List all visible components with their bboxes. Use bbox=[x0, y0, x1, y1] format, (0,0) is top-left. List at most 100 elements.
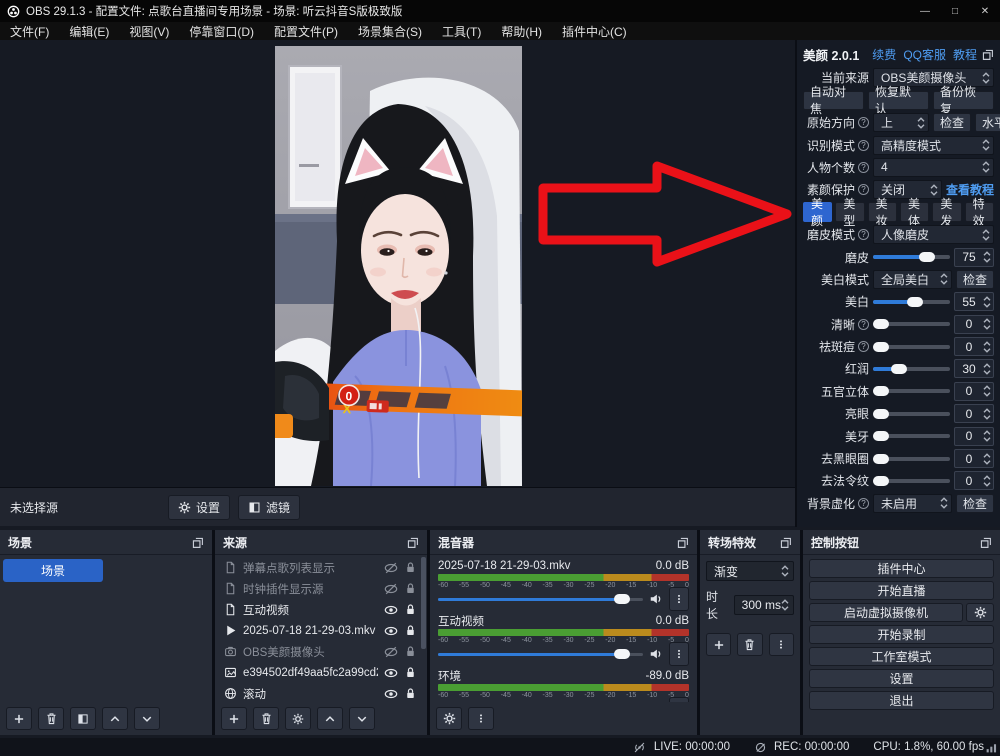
channel-menu-button[interactable] bbox=[669, 587, 689, 611]
smooth-mode-select[interactable]: 人像磨皮 bbox=[873, 225, 994, 244]
scene-filters-button[interactable] bbox=[70, 707, 96, 730]
tab-effects[interactable]: 特效 bbox=[965, 202, 994, 222]
teeth-slider[interactable] bbox=[873, 434, 950, 438]
orientation-select[interactable]: 上 bbox=[873, 113, 929, 132]
source-row[interactable]: OBS美颜摄像头 bbox=[215, 641, 427, 662]
source-properties-button[interactable]: 设置 bbox=[168, 495, 230, 520]
menu-scene-collection[interactable]: 场景集合(S) bbox=[348, 22, 432, 40]
whiten-value-spinbox[interactable]: 55 bbox=[954, 292, 994, 311]
minimize-button[interactable]: — bbox=[910, 0, 940, 22]
help-icon[interactable]: ? bbox=[858, 162, 869, 173]
speaker-icon[interactable] bbox=[649, 647, 663, 661]
close-button[interactable]: ✕ bbox=[970, 0, 1000, 22]
help-icon[interactable]: ? bbox=[858, 341, 869, 352]
clarity-value-spinbox[interactable]: 0 bbox=[954, 315, 994, 334]
teeth-value-spinbox[interactable]: 0 bbox=[954, 427, 994, 446]
help-icon[interactable]: ? bbox=[858, 229, 869, 240]
background-blur-select[interactable]: 未启用 bbox=[873, 494, 952, 513]
blemish-slider[interactable] bbox=[873, 345, 950, 349]
source-row[interactable]: e394502df49aa5fc2a99cd2e7c bbox=[215, 662, 427, 683]
popout-icon[interactable] bbox=[406, 536, 419, 549]
source-settings-button[interactable] bbox=[285, 707, 311, 730]
tab-hair[interactable]: 美发 bbox=[932, 202, 961, 222]
source-row[interactable]: 滚动 bbox=[215, 683, 427, 702]
lock-icon[interactable] bbox=[404, 603, 417, 616]
source-down-button[interactable] bbox=[349, 707, 375, 730]
eye-icon[interactable] bbox=[384, 687, 398, 701]
exit-button[interactable]: 退出 bbox=[809, 691, 994, 710]
remove-transition-button[interactable] bbox=[737, 633, 762, 656]
renew-link[interactable]: 续费 bbox=[872, 46, 896, 63]
duration-spinbox[interactable]: 300 ms bbox=[734, 595, 794, 615]
menu-help[interactable]: 帮助(H) bbox=[491, 22, 552, 40]
advanced-audio-button[interactable] bbox=[436, 707, 462, 730]
settings-button[interactable]: 设置 bbox=[809, 669, 994, 688]
eye-off-icon[interactable] bbox=[384, 561, 398, 575]
add-transition-button[interactable] bbox=[706, 633, 731, 656]
horizontal-flip-button[interactable]: 水平翻转 bbox=[975, 113, 1000, 132]
start-recording-button[interactable]: 开始录制 bbox=[809, 625, 994, 644]
nasolabial-slider[interactable] bbox=[873, 479, 950, 483]
channel-menu-button[interactable] bbox=[669, 642, 689, 666]
whiten-check-button[interactable]: 检查 bbox=[956, 270, 994, 289]
tab-makeup[interactable]: 美妆 bbox=[868, 202, 897, 222]
add-source-button[interactable] bbox=[221, 707, 247, 730]
transition-menu-button[interactable] bbox=[769, 633, 794, 656]
eye-icon[interactable] bbox=[384, 624, 398, 638]
clarity-slider[interactable] bbox=[873, 322, 950, 326]
bright-eyes-slider[interactable] bbox=[873, 412, 950, 416]
mixer-menu-button[interactable] bbox=[468, 707, 494, 730]
studio-mode-button[interactable]: 工作室模式 bbox=[809, 647, 994, 666]
dark-circles-slider[interactable] bbox=[873, 457, 950, 461]
add-scene-button[interactable] bbox=[6, 707, 32, 730]
lock-icon[interactable] bbox=[404, 666, 417, 679]
volume-slider[interactable] bbox=[438, 598, 643, 601]
help-icon[interactable]: ? bbox=[858, 184, 869, 195]
tab-body[interactable]: 美体 bbox=[900, 202, 929, 222]
autofocus-button[interactable]: 自动对焦 bbox=[803, 91, 864, 110]
smooth-value-spinbox[interactable]: 75 bbox=[954, 248, 994, 267]
help-icon[interactable]: ? bbox=[858, 140, 869, 151]
blemish-value-spinbox[interactable]: 0 bbox=[954, 337, 994, 356]
person-count-spinbox[interactable]: 4 bbox=[873, 158, 994, 177]
source-row[interactable]: 弹幕点歌列表显示 bbox=[215, 557, 427, 578]
help-icon[interactable]: ? bbox=[858, 498, 869, 509]
rosy-slider[interactable] bbox=[873, 367, 950, 371]
scene-down-button[interactable] bbox=[134, 707, 160, 730]
smooth-slider[interactable] bbox=[873, 255, 950, 259]
popout-icon[interactable] bbox=[979, 536, 992, 549]
start-streaming-button[interactable]: 开始直播 bbox=[809, 581, 994, 600]
eye-icon[interactable] bbox=[384, 666, 398, 680]
sources-scrollbar[interactable] bbox=[421, 557, 426, 649]
eye-icon[interactable] bbox=[384, 603, 398, 617]
popout-icon[interactable] bbox=[676, 536, 689, 549]
whiten-mode-select[interactable]: 全局美白 bbox=[873, 270, 952, 289]
lock-icon[interactable] bbox=[404, 624, 417, 637]
source-row[interactable]: 时钟插件显示源 bbox=[215, 578, 427, 599]
backup-restore-button[interactable]: 备份恢复 bbox=[933, 91, 994, 110]
orientation-check-button[interactable]: 检查 bbox=[933, 113, 971, 132]
rosy-value-spinbox[interactable]: 30 bbox=[954, 359, 994, 378]
contour-slider[interactable] bbox=[873, 389, 950, 393]
maximize-button[interactable]: □ bbox=[940, 0, 970, 22]
virtual-camera-settings-button[interactable] bbox=[966, 603, 994, 622]
tab-beauty[interactable]: 美颜 bbox=[803, 202, 832, 222]
menu-docks[interactable]: 停靠窗口(D) bbox=[179, 22, 264, 40]
qq-support-link[interactable]: QQ客服 bbox=[903, 46, 946, 63]
restore-defaults-button[interactable]: 恢复默认 bbox=[868, 91, 929, 110]
nasolabial-value-spinbox[interactable]: 0 bbox=[954, 471, 994, 490]
remove-scene-button[interactable] bbox=[38, 707, 64, 730]
help-icon[interactable]: ? bbox=[858, 117, 869, 128]
channel-menu-button[interactable] bbox=[669, 697, 689, 702]
tutorial-link[interactable]: 教程 bbox=[953, 46, 977, 63]
menu-plugin-center[interactable]: 插件中心(C) bbox=[552, 22, 637, 40]
lock-icon[interactable] bbox=[404, 561, 417, 574]
eye-off-icon[interactable] bbox=[384, 645, 398, 659]
start-virtual-camera-button[interactable]: 启动虚拟摄像机 bbox=[809, 603, 963, 622]
popout-icon[interactable] bbox=[779, 536, 792, 549]
scene-up-button[interactable] bbox=[102, 707, 128, 730]
eye-off-icon[interactable] bbox=[384, 582, 398, 596]
popout-icon[interactable] bbox=[191, 536, 204, 549]
popout-icon[interactable] bbox=[981, 48, 994, 61]
lock-icon[interactable] bbox=[404, 645, 417, 658]
